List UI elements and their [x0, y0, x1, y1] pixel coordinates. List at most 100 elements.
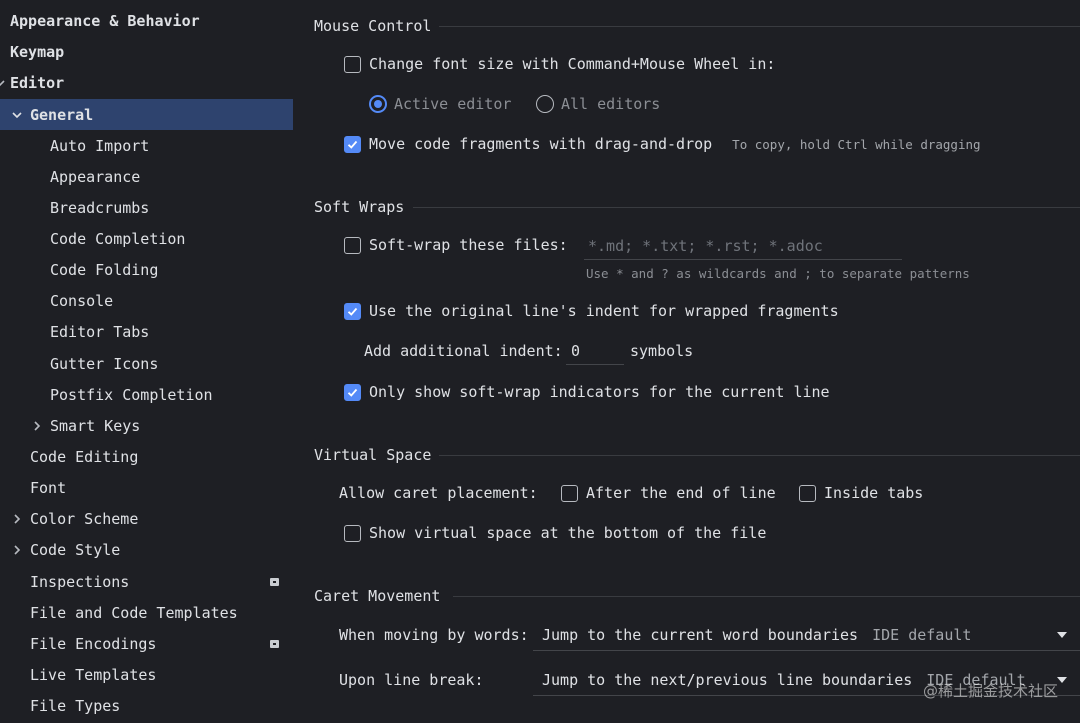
only-show-indicators-checkbox[interactable] — [344, 383, 361, 401]
tree-item-label: File Encodings — [30, 634, 157, 653]
tree-item-code-style[interactable]: Code Style — [0, 534, 293, 565]
active-editor-option[interactable]: Active editor — [369, 92, 511, 116]
inside-tabs-option[interactable]: Inside tabs — [799, 481, 923, 505]
use-original-indent-label: Use the original line's indent for wrapp… — [369, 302, 839, 320]
move-fragments-hint: To copy, hold Ctrl while dragging — [732, 136, 981, 152]
section-title-virtual-space: Virtual Space — [314, 446, 432, 464]
tree-item-keymap[interactable]: Keymap — [0, 36, 293, 67]
soft-wrap-files-hint: Use * and ? as wildcards and ; to separa… — [586, 265, 970, 281]
after-end-checkbox[interactable] — [561, 484, 578, 502]
tree-item-label: Code Completion — [50, 229, 186, 248]
tree-item-label: Gutter Icons — [50, 354, 159, 373]
chevron-down-icon[interactable] — [0, 77, 6, 89]
chevron-down-icon[interactable] — [11, 109, 23, 121]
project-settings-icon — [270, 577, 279, 586]
tree-item-gutter-icons[interactable]: Gutter Icons — [0, 348, 293, 379]
show-virtual-option[interactable]: Show virtual space at the bottom of the … — [344, 521, 766, 545]
project-settings-icon — [270, 639, 279, 648]
tree-item-code-folding[interactable]: Code Folding — [0, 254, 293, 285]
tree-item-label: Smart Keys — [50, 416, 141, 435]
soft-wrap-files-option[interactable]: Soft-wrap these files: — [344, 233, 568, 257]
tree-item-label: Editor Tabs — [50, 322, 150, 341]
tree-item-smart-keys[interactable]: Smart Keys — [0, 410, 293, 441]
tree-item-label: Appearance & Behavior — [10, 11, 200, 30]
tree-item-label: Inspections — [30, 572, 130, 591]
settings-tree: Appearance & Behavior Keymap Editor Gene… — [0, 0, 293, 723]
section-title-caret-movement: Caret Movement — [314, 587, 441, 605]
section-divider — [453, 596, 1080, 597]
dropdown-value: Jump to the current word boundaries — [542, 625, 859, 644]
allow-caret-label: Allow caret placement: — [339, 484, 538, 502]
tree-item-console[interactable]: Console — [0, 285, 293, 316]
tree-item-appearance[interactable]: Appearance — [0, 161, 293, 192]
dropdown-default: IDE default — [872, 625, 972, 644]
tree-item-color-scheme[interactable]: Color Scheme — [0, 503, 293, 534]
tree-item-inspections[interactable]: Inspections — [0, 566, 293, 597]
inside-tabs-checkbox[interactable] — [799, 484, 816, 502]
tree-item-label: Code Editing — [30, 447, 139, 466]
tree-item-breadcrumbs[interactable]: Breadcrumbs — [0, 192, 293, 223]
tree-item-code-completion[interactable]: Code Completion — [0, 223, 293, 254]
move-fragments-label: Move code fragments with drag-and-drop — [369, 135, 713, 153]
tree-item-appearance-behavior[interactable]: Appearance & Behavior — [0, 5, 293, 36]
dropdown-value: Jump to the next/previous line boundarie… — [542, 670, 913, 689]
use-original-indent-option[interactable]: Use the original line's indent for wrapp… — [344, 299, 839, 323]
tree-item-editor-tabs[interactable]: Editor Tabs — [0, 316, 293, 347]
tree-item-file-code-templates[interactable]: File and Code Templates — [0, 597, 293, 628]
checkmark-icon — [347, 307, 358, 316]
tree-item-general[interactable]: General — [0, 99, 293, 130]
move-fragments-option[interactable]: Move code fragments with drag-and-drop T… — [344, 132, 981, 156]
tree-item-label: Auto Import — [50, 136, 150, 155]
tree-item-label: File Types — [30, 696, 121, 715]
tree-item-live-templates[interactable]: Live Templates — [0, 659, 293, 690]
section-title-soft-wraps: Soft Wraps — [314, 198, 405, 216]
tree-item-label: Appearance — [50, 167, 141, 186]
add-indent-unit: symbols — [630, 342, 694, 360]
section-title-mouse-control: Mouse Control — [314, 17, 432, 35]
dropdown-arrow-icon — [1057, 631, 1067, 638]
tree-item-file-encodings[interactable]: File Encodings — [0, 628, 293, 659]
change-font-size-checkbox[interactable] — [344, 55, 361, 73]
add-indent-input[interactable]: 0 — [566, 337, 624, 365]
tree-item-label: Live Templates — [30, 665, 157, 684]
section-divider — [439, 455, 1080, 456]
tree-item-label: General — [30, 105, 94, 124]
soft-wrap-files-input[interactable] — [584, 232, 902, 260]
active-editor-radio[interactable] — [369, 95, 387, 113]
settings-panel: Mouse Control Change font size with Comm… — [293, 0, 1080, 723]
chevron-right-icon[interactable] — [11, 513, 23, 525]
tree-item-label: File and Code Templates — [30, 603, 238, 622]
tree-item-editor[interactable]: Editor — [0, 67, 293, 98]
after-end-label: After the end of line — [586, 484, 776, 502]
inside-tabs-label: Inside tabs — [824, 484, 924, 502]
line-break-label: Upon line break: — [339, 671, 484, 689]
moving-by-words-dropdown[interactable]: Jump to the current word boundaries IDE … — [533, 619, 1080, 651]
soft-wrap-files-checkbox[interactable] — [344, 236, 361, 254]
only-show-indicators-option[interactable]: Only show soft-wrap indicators for the c… — [344, 380, 830, 404]
tree-item-label: Console — [50, 291, 114, 310]
tree-item-label: Keymap — [10, 42, 65, 61]
tree-item-postfix-completion[interactable]: Postfix Completion — [0, 379, 293, 410]
after-end-option[interactable]: After the end of line — [561, 481, 776, 505]
move-fragments-checkbox[interactable] — [344, 135, 361, 153]
all-editors-radio[interactable] — [536, 95, 554, 113]
chevron-right-icon[interactable] — [31, 420, 43, 432]
use-original-indent-checkbox[interactable] — [344, 302, 361, 320]
tree-item-code-editing[interactable]: Code Editing — [0, 441, 293, 472]
show-virtual-checkbox[interactable] — [344, 524, 361, 542]
only-show-indicators-label: Only show soft-wrap indicators for the c… — [369, 383, 830, 401]
active-editor-label: Active editor — [394, 95, 512, 113]
tree-item-font[interactable]: Font — [0, 472, 293, 503]
checkmark-icon — [347, 388, 358, 397]
tree-item-label: Color Scheme — [30, 509, 139, 528]
tree-item-label: Editor — [10, 73, 65, 92]
tree-item-auto-import[interactable]: Auto Import — [0, 130, 293, 161]
all-editors-label: All editors — [561, 95, 661, 113]
chevron-right-icon[interactable] — [11, 544, 23, 556]
tree-item-file-types[interactable]: File Types — [0, 690, 293, 721]
all-editors-option[interactable]: All editors — [536, 92, 660, 116]
change-font-size-option[interactable]: Change font size with Command+Mouse Whee… — [344, 52, 775, 76]
tree-item-label: Postfix Completion — [50, 385, 213, 404]
show-virtual-label: Show virtual space at the bottom of the … — [369, 524, 767, 542]
tree-item-label: Font — [30, 478, 67, 497]
